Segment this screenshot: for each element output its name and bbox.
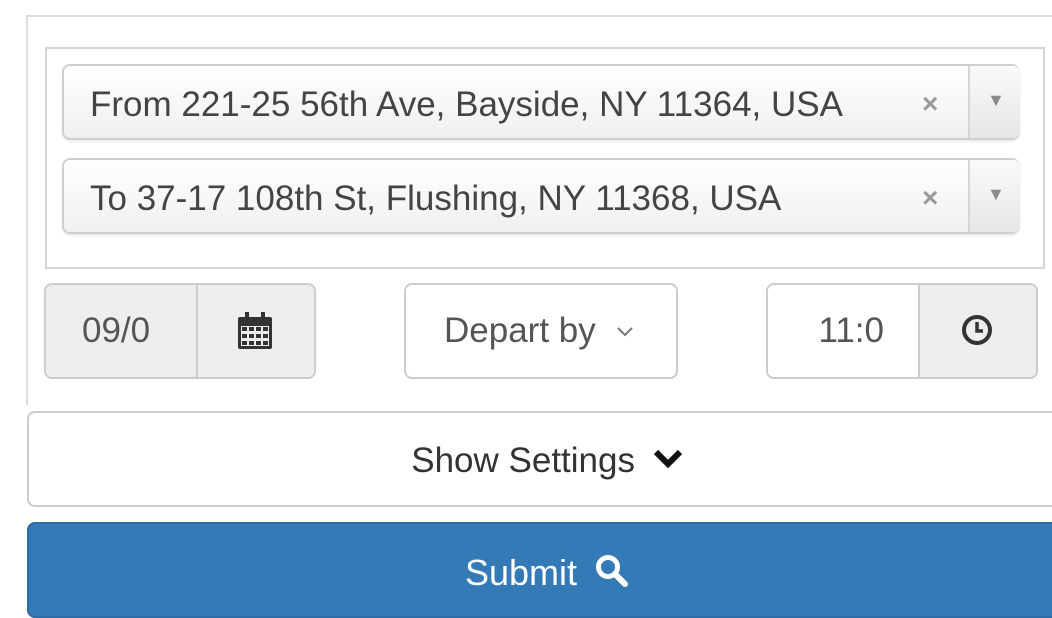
depart-mode-value: Depart by [444, 311, 596, 350]
submit-label: Submit [464, 552, 578, 593]
time-input[interactable]: 11:0 [768, 285, 920, 377]
date-picker-group: 09/0 [44, 283, 316, 379]
show-settings-label: Show Settings [411, 441, 635, 480]
show-settings-button[interactable]: Show Settings [27, 411, 1052, 507]
to-location-value: To 37-17 108th St, Flushing, NY 11368, U… [90, 179, 782, 218]
from-location-value: From 221-25 56th Ave, Bayside, NY 11364,… [90, 85, 843, 124]
calendar-button[interactable] [198, 285, 314, 377]
caret-down-icon: ▼ [987, 90, 1005, 110]
search-icon [596, 555, 629, 588]
calendar-icon [238, 312, 272, 349]
date-input[interactable]: 09/0 [46, 285, 198, 377]
to-location-select[interactable]: To 37-17 108th St, Flushing, NY 11368, U… [62, 158, 1020, 234]
to-dropdown-toggle[interactable]: ▼ [970, 160, 1020, 232]
caret-down-icon: ▼ [987, 184, 1005, 204]
chevron-down-icon [653, 449, 682, 468]
from-dropdown-toggle[interactable]: ▼ [970, 66, 1020, 138]
clock-button[interactable] [920, 285, 1036, 377]
clock-icon [962, 315, 992, 345]
chevron-down-icon [617, 327, 634, 337]
from-clear-icon[interactable]: × [922, 88, 938, 120]
depart-mode-select[interactable]: Depart by [404, 283, 678, 379]
to-clear-icon[interactable]: × [922, 182, 938, 214]
from-location-select[interactable]: From 221-25 56th Ave, Bayside, NY 11364,… [62, 64, 1020, 140]
submit-button[interactable]: Submit [27, 522, 1052, 618]
time-picker-group: 11:0 [766, 283, 1038, 379]
